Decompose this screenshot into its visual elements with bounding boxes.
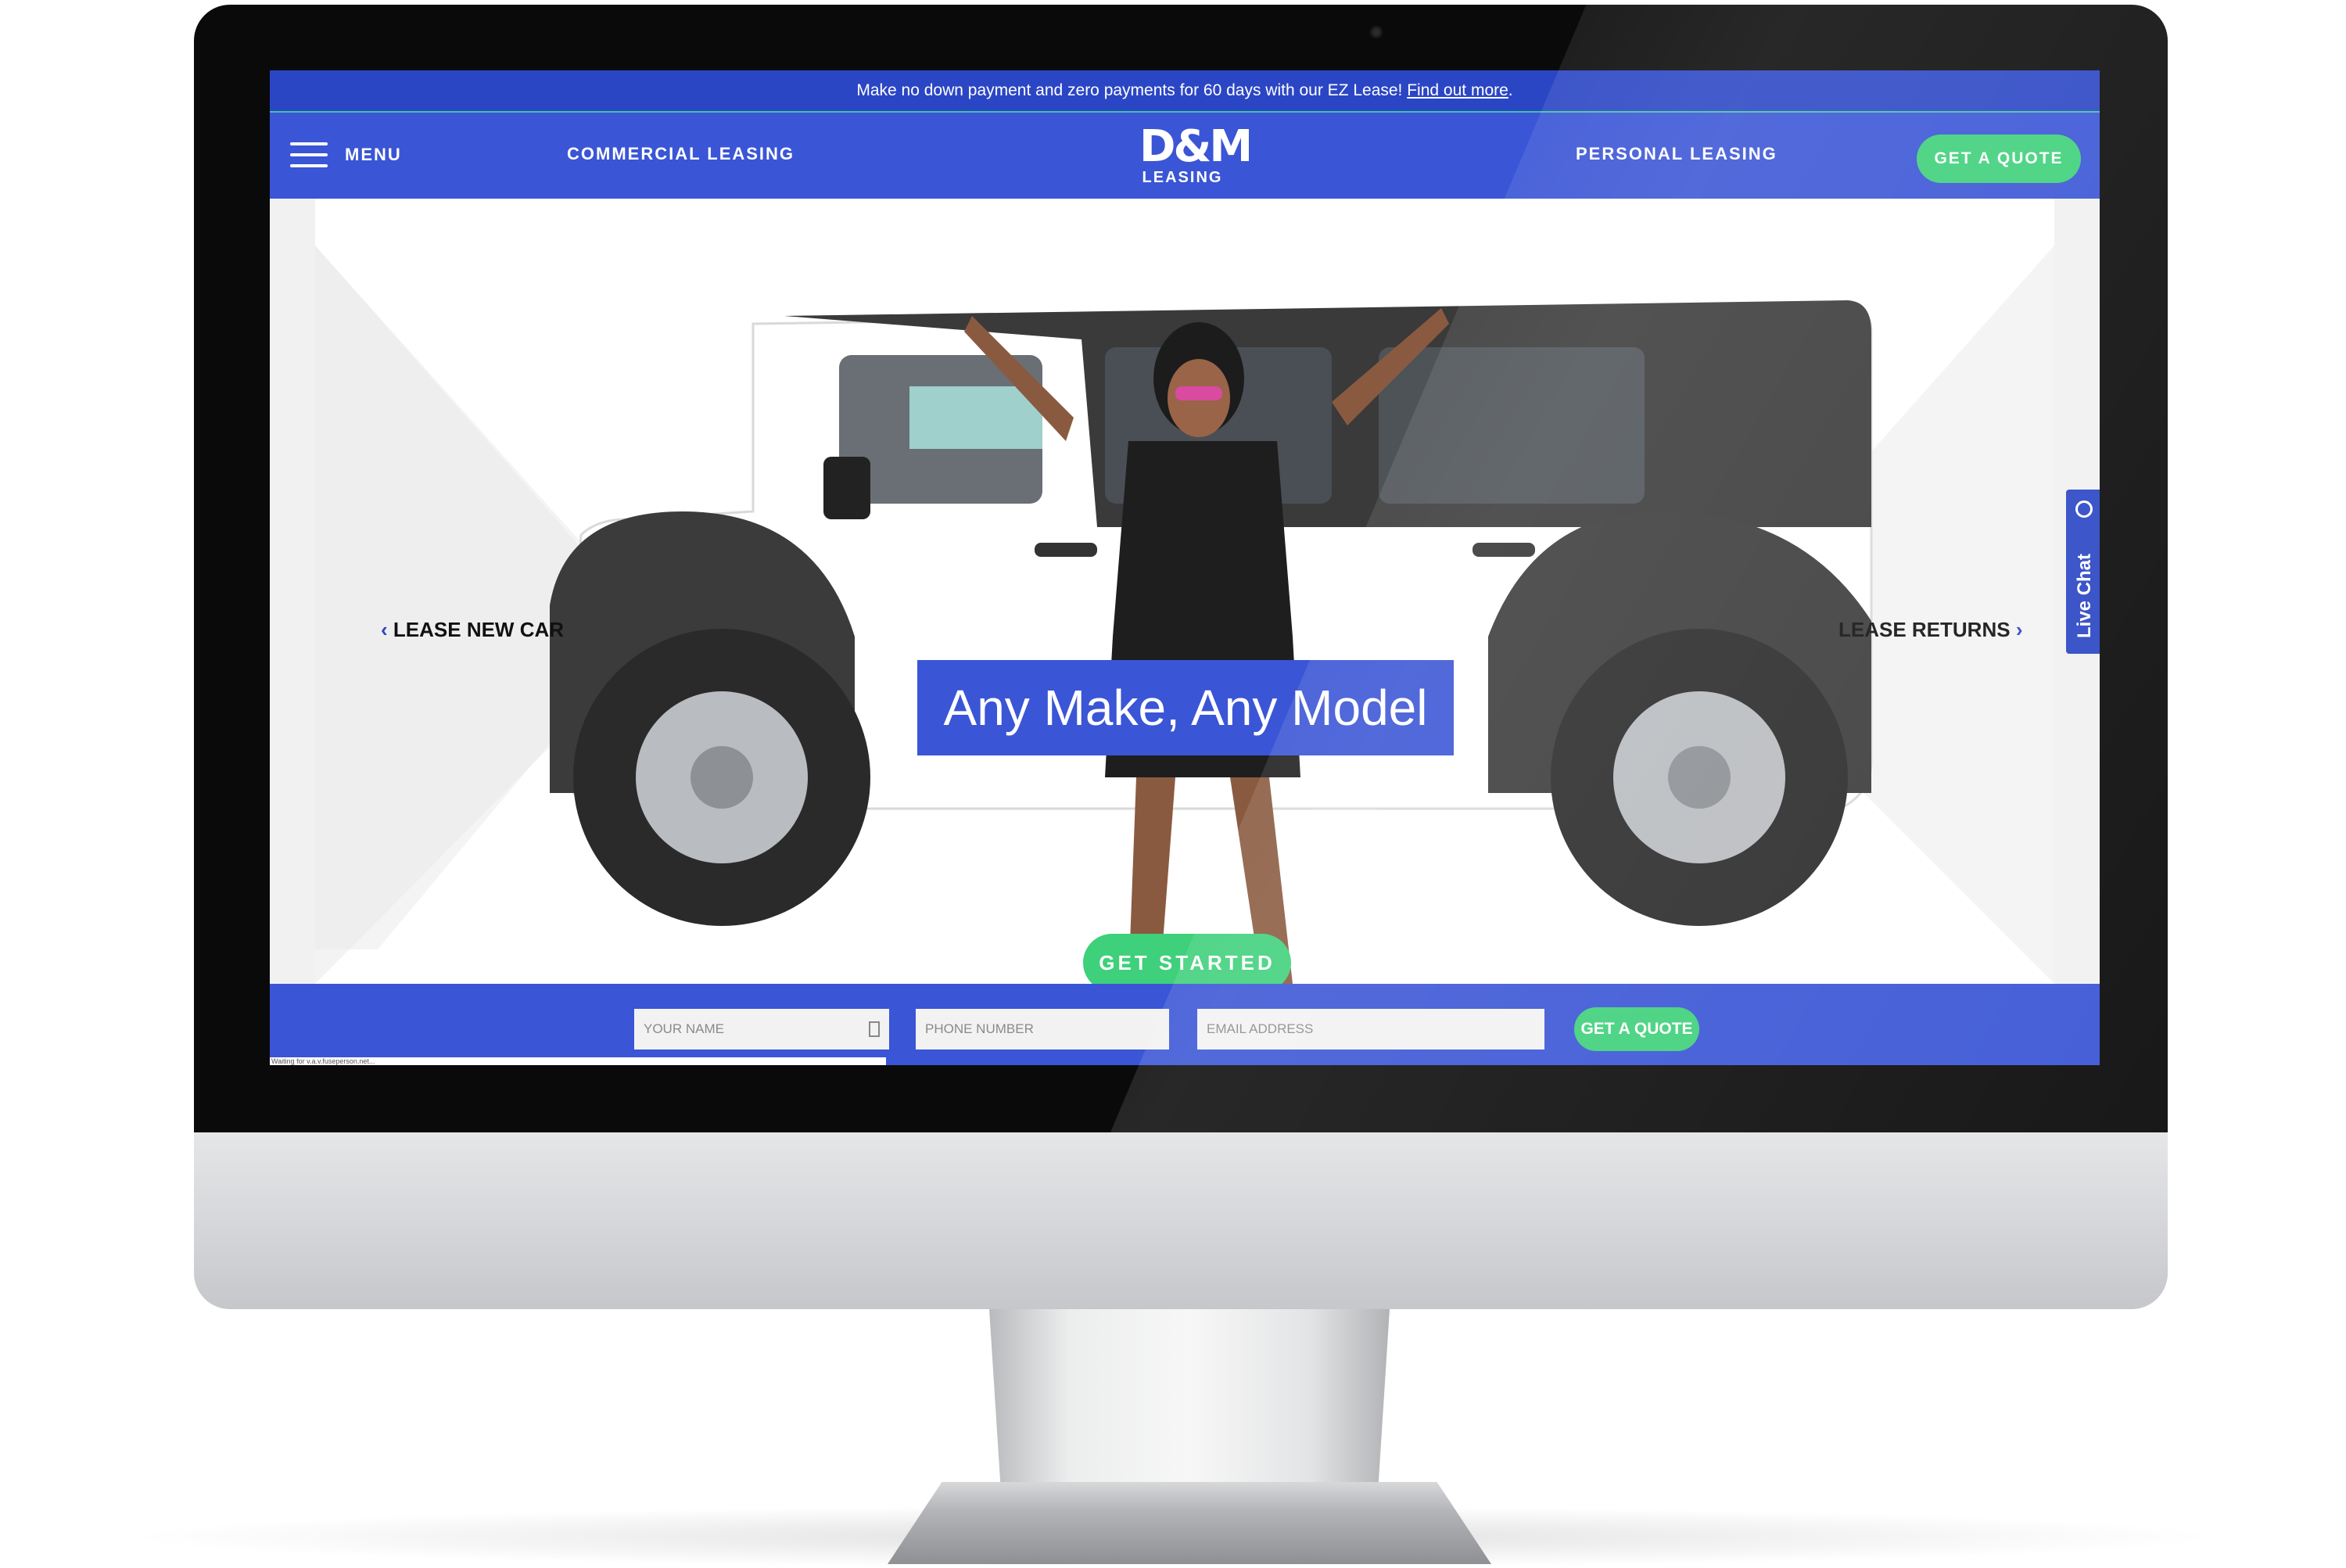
main-navbar: MENU COMMERCIAL LEASING D&M LEASING PERS…	[270, 113, 2100, 199]
hero-image	[315, 246, 2054, 984]
lease-new-car-label: LEASE NEW CAR	[393, 618, 565, 641]
monitor-stand	[989, 1309, 1390, 1497]
hero-panel	[315, 199, 2054, 984]
hamburger-icon	[290, 142, 328, 167]
logo-mark: D&M	[1139, 121, 1253, 172]
quote-form-bar: GET A QUOTE	[270, 984, 2100, 1065]
live-chat-label: Live Chat	[2074, 553, 2095, 638]
camera-icon	[1370, 26, 1383, 38]
promo-tail: .	[1508, 81, 1513, 99]
logo-subtitle: LEASING	[1142, 169, 1223, 186]
hero-headline: Any Make, Any Model	[917, 660, 1454, 755]
get-started-button[interactable]: GET STARTED	[1083, 934, 1291, 992]
form-get-a-quote-button[interactable]: GET A QUOTE	[1574, 1007, 1699, 1051]
name-input[interactable]	[634, 1009, 889, 1050]
contact-card-icon	[869, 1021, 880, 1037]
lease-returns-label: LEASE RETURNS	[1838, 618, 2011, 641]
menu-button[interactable]: MENU	[290, 139, 402, 170]
nav-commercial-leasing[interactable]: COMMERCIAL LEASING	[567, 144, 795, 164]
find-out-more-link[interactable]: Find out more	[1407, 81, 1508, 99]
lease-new-car-link[interactable]: ‹ LEASE NEW CAR	[381, 618, 564, 642]
phone-input[interactable]	[916, 1009, 1169, 1050]
get-a-quote-button[interactable]: GET A QUOTE	[1917, 135, 2081, 183]
monitor-stand-base	[888, 1482, 1491, 1564]
chevron-right-icon: ›	[2015, 618, 2023, 641]
nav-personal-leasing[interactable]: PERSONAL LEASING	[1576, 144, 1777, 164]
lease-returns-link[interactable]: LEASE RETURNS ›	[1838, 618, 2022, 642]
browser-status-text: Waiting for v.a.v.fuseperson.net...	[270, 1057, 886, 1065]
promo-banner: Make no down payment and zero payments f…	[270, 70, 2100, 113]
live-chat-tab[interactable]: Live Chat	[2066, 490, 2100, 654]
chevron-left-icon: ‹	[381, 618, 388, 641]
menu-label: MENU	[345, 145, 402, 164]
promo-text: Make no down payment and zero payments f…	[856, 81, 1408, 99]
website-screen: Make no down payment and zero payments f…	[270, 70, 2100, 1065]
chat-bubble-icon	[2075, 501, 2093, 518]
monitor-chin	[194, 1132, 2168, 1309]
hero-section: ‹ LEASE NEW CAR LEASE RETURNS › Any Make…	[270, 199, 2100, 992]
dm-leasing-logo[interactable]: D&M LEASING	[1139, 121, 1253, 188]
email-input[interactable]	[1197, 1009, 1544, 1050]
